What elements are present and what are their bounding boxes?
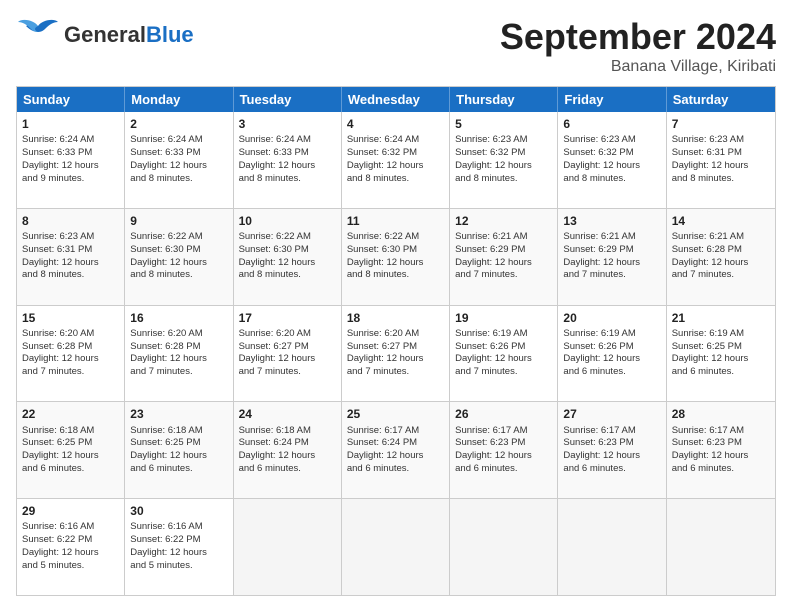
page-container: GeneralBlue September 2024 Banana Villag… xyxy=(0,0,792,612)
logo: GeneralBlue xyxy=(16,16,194,54)
day-16: 16Sunrise: 6:20 AMSunset: 6:28 PMDayligh… xyxy=(125,306,233,402)
day-7: 7Sunrise: 6:23 AMSunset: 6:31 PMDaylight… xyxy=(667,112,775,208)
day-11: 11Sunrise: 6:22 AMSunset: 6:30 PMDayligh… xyxy=(342,209,450,305)
day-27: 27Sunrise: 6:17 AMSunset: 6:23 PMDayligh… xyxy=(558,402,666,498)
location-subtitle: Banana Village, Kiribati xyxy=(500,58,776,76)
week-row-1: 1Sunrise: 6:24 AMSunset: 6:33 PMDaylight… xyxy=(17,112,775,208)
day-12: 12Sunrise: 6:21 AMSunset: 6:29 PMDayligh… xyxy=(450,209,558,305)
day-5: 5Sunrise: 6:23 AMSunset: 6:32 PMDaylight… xyxy=(450,112,558,208)
day-20: 20Sunrise: 6:19 AMSunset: 6:26 PMDayligh… xyxy=(558,306,666,402)
day-24: 24Sunrise: 6:18 AMSunset: 6:24 PMDayligh… xyxy=(234,402,342,498)
empty-cell-2 xyxy=(342,499,450,595)
header-saturday: Saturday xyxy=(667,87,775,112)
header-monday: Monday xyxy=(125,87,233,112)
empty-cell-3 xyxy=(450,499,558,595)
day-8: 8Sunrise: 6:23 AMSunset: 6:31 PMDaylight… xyxy=(17,209,125,305)
week-row-5: 29Sunrise: 6:16 AMSunset: 6:22 PMDayligh… xyxy=(17,498,775,595)
week-row-3: 15Sunrise: 6:20 AMSunset: 6:28 PMDayligh… xyxy=(17,305,775,402)
day-22: 22Sunrise: 6:18 AMSunset: 6:25 PMDayligh… xyxy=(17,402,125,498)
day-23: 23Sunrise: 6:18 AMSunset: 6:25 PMDayligh… xyxy=(125,402,233,498)
calendar-body: 1Sunrise: 6:24 AMSunset: 6:33 PMDaylight… xyxy=(17,112,775,595)
header: GeneralBlue September 2024 Banana Villag… xyxy=(16,16,776,76)
day-25: 25Sunrise: 6:17 AMSunset: 6:24 PMDayligh… xyxy=(342,402,450,498)
header-sunday: Sunday xyxy=(17,87,125,112)
header-thursday: Thursday xyxy=(450,87,558,112)
day-6: 6Sunrise: 6:23 AMSunset: 6:32 PMDaylight… xyxy=(558,112,666,208)
empty-cell-1 xyxy=(234,499,342,595)
day-2: 2Sunrise: 6:24 AMSunset: 6:33 PMDaylight… xyxy=(125,112,233,208)
day-4: 4Sunrise: 6:24 AMSunset: 6:32 PMDaylight… xyxy=(342,112,450,208)
logo-text: GeneralBlue xyxy=(64,22,194,47)
month-title: September 2024 xyxy=(500,16,776,58)
calendar: Sunday Monday Tuesday Wednesday Thursday… xyxy=(16,86,776,596)
header-wednesday: Wednesday xyxy=(342,87,450,112)
day-1: 1Sunrise: 6:24 AMSunset: 6:33 PMDaylight… xyxy=(17,112,125,208)
empty-cell-5 xyxy=(667,499,775,595)
day-30: 30Sunrise: 6:16 AMSunset: 6:22 PMDayligh… xyxy=(125,499,233,595)
day-29: 29Sunrise: 6:16 AMSunset: 6:22 PMDayligh… xyxy=(17,499,125,595)
day-19: 19Sunrise: 6:19 AMSunset: 6:26 PMDayligh… xyxy=(450,306,558,402)
day-18: 18Sunrise: 6:20 AMSunset: 6:27 PMDayligh… xyxy=(342,306,450,402)
week-row-2: 8Sunrise: 6:23 AMSunset: 6:31 PMDaylight… xyxy=(17,208,775,305)
day-17: 17Sunrise: 6:20 AMSunset: 6:27 PMDayligh… xyxy=(234,306,342,402)
header-friday: Friday xyxy=(558,87,666,112)
day-3: 3Sunrise: 6:24 AMSunset: 6:33 PMDaylight… xyxy=(234,112,342,208)
week-row-4: 22Sunrise: 6:18 AMSunset: 6:25 PMDayligh… xyxy=(17,401,775,498)
day-28: 28Sunrise: 6:17 AMSunset: 6:23 PMDayligh… xyxy=(667,402,775,498)
day-13: 13Sunrise: 6:21 AMSunset: 6:29 PMDayligh… xyxy=(558,209,666,305)
empty-cell-4 xyxy=(558,499,666,595)
day-10: 10Sunrise: 6:22 AMSunset: 6:30 PMDayligh… xyxy=(234,209,342,305)
day-9: 9Sunrise: 6:22 AMSunset: 6:30 PMDaylight… xyxy=(125,209,233,305)
title-section: September 2024 Banana Village, Kiribati xyxy=(500,16,776,76)
day-21: 21Sunrise: 6:19 AMSunset: 6:25 PMDayligh… xyxy=(667,306,775,402)
day-15: 15Sunrise: 6:20 AMSunset: 6:28 PMDayligh… xyxy=(17,306,125,402)
day-26: 26Sunrise: 6:17 AMSunset: 6:23 PMDayligh… xyxy=(450,402,558,498)
logo-icon xyxy=(16,16,60,54)
day-14: 14Sunrise: 6:21 AMSunset: 6:28 PMDayligh… xyxy=(667,209,775,305)
header-tuesday: Tuesday xyxy=(234,87,342,112)
calendar-header: Sunday Monday Tuesday Wednesday Thursday… xyxy=(17,87,775,112)
